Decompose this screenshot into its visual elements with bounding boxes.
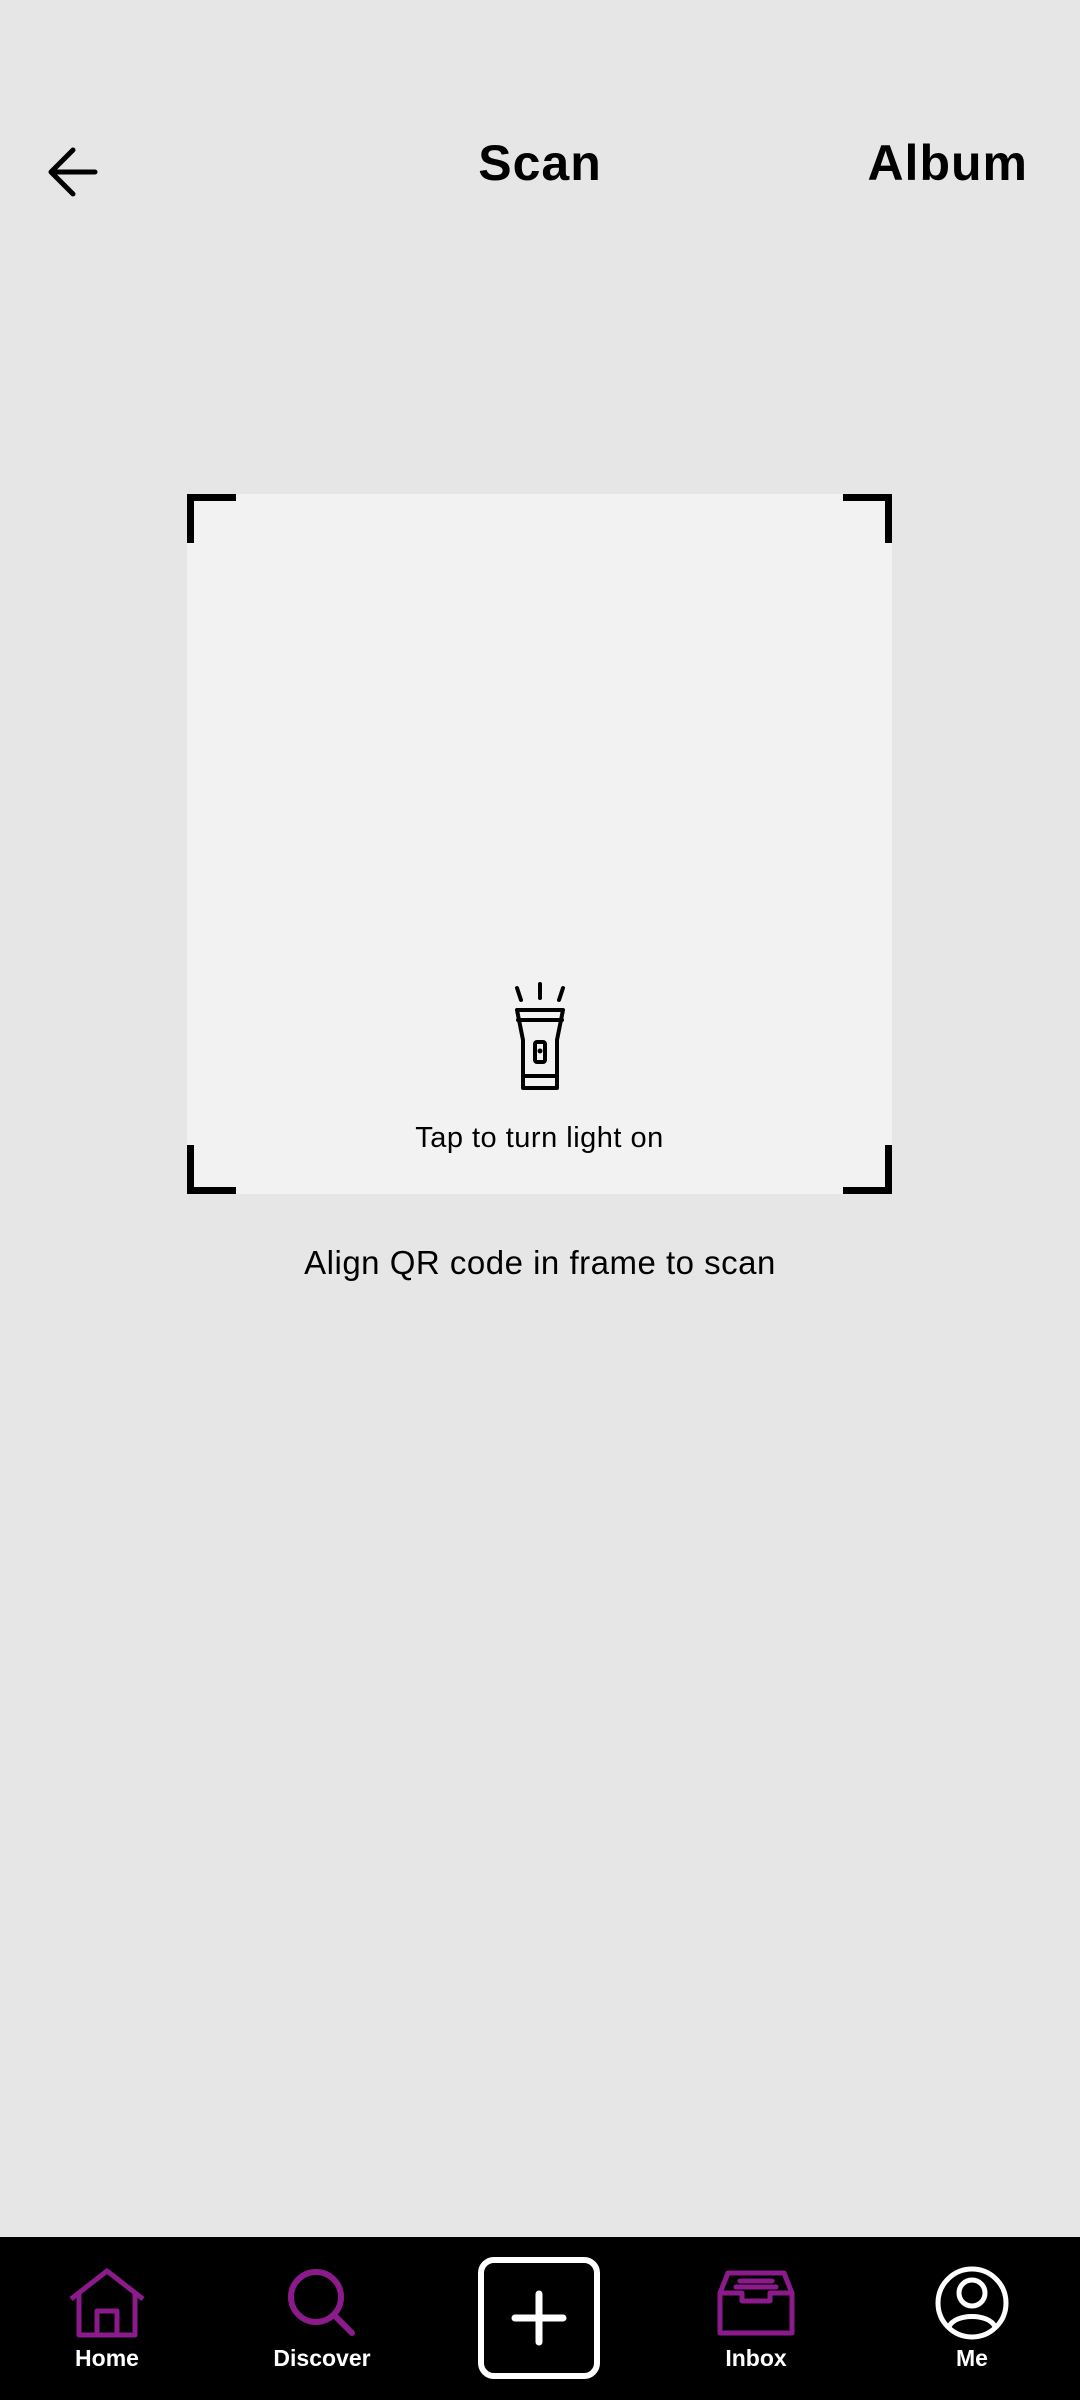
scan-hint: Align QR code in frame to scan (304, 1244, 776, 1281)
search-icon (288, 2269, 355, 2336)
nav-inbox-label: Inbox (725, 2345, 787, 2371)
flashlight-icon (514, 982, 565, 1090)
plus-icon (511, 2290, 567, 2346)
flashlight-label: Tap to turn light on (415, 1122, 664, 1154)
scan-frame: Tap to turn light on (187, 494, 892, 1194)
nav-me[interactable]: Me (892, 2237, 1052, 2400)
bottom-nav: Home Discover Inbox Me (0, 2237, 1080, 2400)
arrow-left-icon (48, 147, 98, 197)
home-icon (69, 2268, 145, 2338)
create-button[interactable] (478, 2257, 600, 2379)
back-button[interactable] (28, 128, 122, 216)
nav-inbox[interactable]: Inbox (676, 2237, 836, 2400)
profile-icon (935, 2266, 1009, 2340)
frame-corner-top-left (187, 494, 236, 543)
top-bar: Scan Album (0, 0, 1080, 340)
album-button[interactable]: Album (867, 134, 1028, 192)
frame-corner-top-right (843, 494, 892, 543)
nav-home[interactable]: Home (27, 2237, 187, 2400)
inbox-icon (717, 2270, 795, 2336)
nav-discover-label: Discover (273, 2345, 371, 2371)
flashlight-toggle[interactable]: Tap to turn light on (187, 980, 892, 1170)
page-title: Scan (478, 135, 602, 191)
nav-me-label: Me (956, 2345, 988, 2371)
nav-discover[interactable]: Discover (242, 2237, 402, 2400)
nav-home-label: Home (75, 2345, 139, 2371)
